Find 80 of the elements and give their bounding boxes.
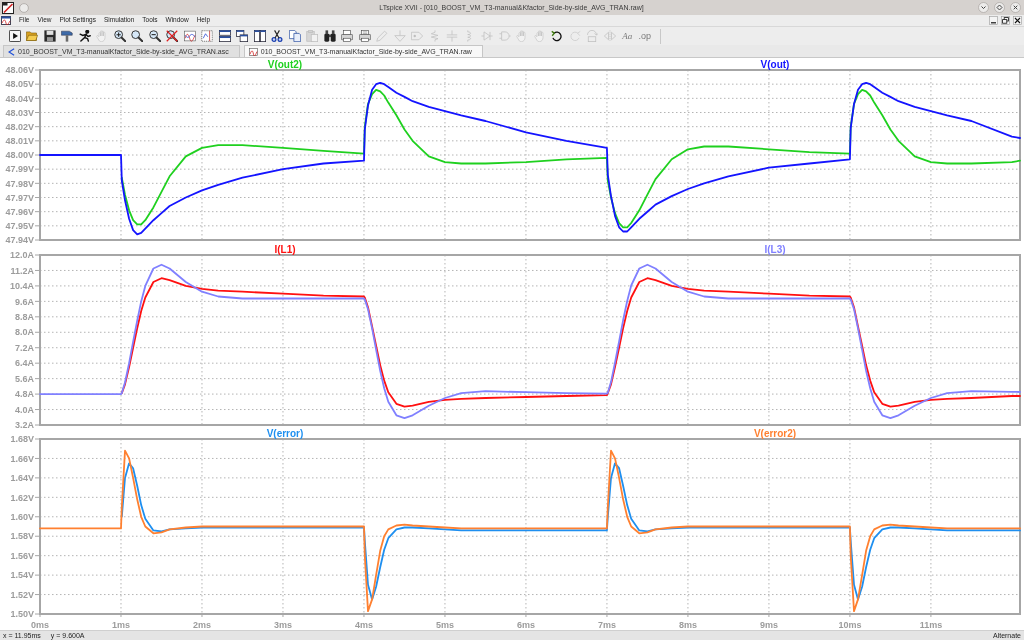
x-tick-label: 4ms bbox=[354, 619, 373, 630]
y-tick-label: 1.60V bbox=[10, 512, 34, 522]
x-tick-label: 0ms bbox=[31, 619, 49, 630]
trace-name: I(L3) bbox=[764, 244, 786, 255]
x-tick-label: 5ms bbox=[435, 619, 454, 630]
trace-name: V(out2) bbox=[267, 58, 303, 70]
y-tick-label: 47.96V bbox=[5, 206, 34, 217]
y-tick-label: 7.2A bbox=[15, 342, 34, 353]
x-tick-label: 7ms bbox=[597, 619, 616, 630]
y-tick-label: 48.05V bbox=[5, 79, 34, 90]
printer-icon[interactable] bbox=[341, 30, 354, 42]
waveform-chart-icon[interactable] bbox=[183, 30, 196, 42]
waveform-window-icon[interactable] bbox=[1, 16, 11, 25]
y-tick-label: 1.54V bbox=[10, 570, 34, 581]
y-tick-label: 1.56V bbox=[10, 550, 34, 561]
trace-name: I(L1) bbox=[274, 244, 296, 255]
x-tick-label: 2ms bbox=[193, 619, 211, 630]
y-tick-label: 48.03V bbox=[5, 107, 34, 118]
undo-icon[interactable] bbox=[551, 30, 564, 42]
zoom-in-icon[interactable] bbox=[113, 30, 126, 42]
y-tick-label: 11.2A bbox=[10, 265, 34, 276]
y-tick-label: 5.6A bbox=[15, 373, 34, 384]
y-tick-label: 1.58V bbox=[10, 531, 34, 542]
play-icon[interactable] bbox=[8, 30, 21, 42]
y-tick-label: 8.8A bbox=[15, 312, 34, 322]
printer-icon[interactable] bbox=[358, 30, 371, 42]
close-icon[interactable] bbox=[1010, 2, 1021, 13]
binoculars-icon[interactable] bbox=[323, 30, 336, 42]
minimize-icon[interactable] bbox=[989, 16, 998, 25]
x-tick-label: 3ms bbox=[273, 619, 292, 630]
y-tick-label: 47.95V bbox=[5, 221, 34, 232]
y-tick-label: 47.97V bbox=[5, 192, 34, 203]
y-tick-label: 1.68V bbox=[10, 434, 34, 445]
zoom-out-icon[interactable] bbox=[148, 30, 161, 42]
y-tick-label: 10.4A bbox=[9, 281, 34, 292]
scissors-icon[interactable] bbox=[271, 30, 284, 42]
dashed-frame-icon[interactable] bbox=[201, 30, 214, 42]
trace-name: V(error) bbox=[266, 428, 304, 439]
hammer-icon[interactable] bbox=[61, 30, 74, 42]
y-tick-label: 12.0A bbox=[9, 250, 34, 261]
running-figure-icon[interactable] bbox=[78, 30, 91, 42]
y-tick-label: 47.99V bbox=[5, 164, 34, 175]
stacked-windows-icon[interactable] bbox=[218, 30, 231, 42]
x-tick-label: 8ms bbox=[678, 619, 697, 630]
y-tick-label: 3.2A bbox=[15, 420, 34, 428]
y-tick-label: 1.66V bbox=[10, 453, 34, 464]
magnifier-icon[interactable] bbox=[131, 30, 144, 42]
trace-name: V(error2) bbox=[753, 428, 797, 439]
y-tick-label: 6.4A bbox=[15, 358, 34, 369]
restore-icon[interactable] bbox=[1001, 16, 1010, 25]
y-tick-label: 48.06V bbox=[5, 65, 34, 76]
cascade-windows-icon[interactable] bbox=[236, 30, 249, 42]
x-tick-label: 1ms bbox=[112, 619, 130, 630]
y-tick-label: 1.64V bbox=[10, 473, 34, 484]
y-tick-label: 8.0A bbox=[15, 327, 34, 338]
y-tick-label: 1.52V bbox=[10, 589, 34, 600]
copy-icon[interactable] bbox=[288, 30, 301, 42]
logo-icon bbox=[2, 1, 14, 14]
y-tick-label: 9.6A bbox=[15, 296, 34, 307]
y-tick-label: 48.00V bbox=[5, 150, 34, 161]
magnifier-cross-icon[interactable] bbox=[166, 30, 179, 42]
trace-name: V(out) bbox=[760, 58, 790, 70]
y-tick-label: 4.8A bbox=[15, 389, 34, 400]
y-tick-label: 47.98V bbox=[5, 178, 34, 189]
x-tick-label: 10ms bbox=[838, 619, 862, 630]
x-tick-label: 6ms bbox=[516, 619, 535, 630]
tiled-windows-icon[interactable] bbox=[253, 30, 266, 42]
y-tick-label: 48.02V bbox=[5, 121, 34, 132]
y-tick-label: 47.94V bbox=[5, 235, 34, 244]
y-tick-label: 4.0A bbox=[15, 404, 34, 415]
y-tick-label: 48.01V bbox=[5, 136, 34, 147]
close-icon[interactable] bbox=[1013, 16, 1022, 25]
waveform-icon bbox=[248, 47, 258, 56]
y-tick-label: 48.04V bbox=[5, 93, 34, 104]
y-tick-label: 1.62V bbox=[10, 492, 34, 503]
x-tick-label: 11ms bbox=[919, 619, 943, 630]
folder-icon[interactable] bbox=[26, 30, 39, 42]
x-tick-label: 9ms bbox=[759, 619, 778, 630]
schematic-icon bbox=[8, 47, 15, 56]
y-tick-label: 1.50V bbox=[10, 609, 34, 620]
